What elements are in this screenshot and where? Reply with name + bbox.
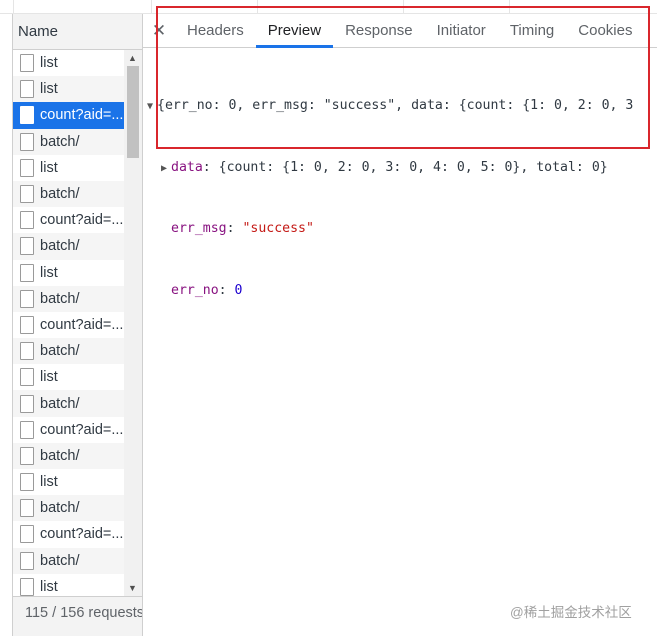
expanded-triangle-icon[interactable]: ▼ bbox=[143, 97, 157, 118]
request-name: count?aid=... bbox=[40, 526, 124, 543]
request-name: list bbox=[40, 264, 58, 281]
request-name: batch/ bbox=[40, 395, 80, 412]
file-icon bbox=[20, 106, 34, 125]
scroll-thumb[interactable] bbox=[127, 66, 139, 158]
file-icon bbox=[20, 446, 34, 465]
request-name: list bbox=[40, 578, 58, 595]
request-row[interactable]: batch/ bbox=[13, 442, 124, 469]
file-icon bbox=[20, 525, 34, 544]
scroll-down-icon[interactable]: ▼ bbox=[128, 583, 137, 593]
file-icon bbox=[20, 394, 34, 413]
request-name: count?aid=... bbox=[40, 316, 124, 333]
json-err-msg-line: err_msg: "success" bbox=[171, 221, 314, 236]
json-value-err-msg: "success" bbox=[242, 221, 314, 236]
json-data-line[interactable]: ▶ data: {count: {1: 0, 2: 0, 3: 0, 4: 0, … bbox=[143, 158, 657, 179]
request-list: list list count?aid=... batch/list batch/cou… bbox=[13, 50, 124, 596]
request-row[interactable]: batch/ bbox=[13, 547, 124, 574]
file-icon bbox=[20, 368, 34, 387]
json-key-err-msg: err_msg bbox=[171, 221, 227, 236]
file-icon bbox=[20, 237, 34, 256]
file-icon bbox=[20, 80, 34, 99]
annotation-highlight-box bbox=[156, 6, 650, 149]
request-name: batch/ bbox=[40, 343, 80, 360]
request-name: batch/ bbox=[40, 238, 80, 255]
request-row[interactable]: batch/ bbox=[13, 128, 124, 155]
file-icon bbox=[20, 420, 34, 439]
file-icon bbox=[20, 315, 34, 334]
request-row[interactable]: batch/ bbox=[13, 180, 124, 208]
request-row[interactable]: list bbox=[13, 574, 124, 596]
json-value-err-no: 0 bbox=[234, 282, 243, 298]
file-icon bbox=[20, 211, 34, 230]
request-name: batch/ bbox=[40, 447, 80, 464]
file-icon bbox=[20, 551, 34, 570]
file-icon bbox=[20, 263, 34, 282]
request-row[interactable]: count?aid=... bbox=[13, 102, 124, 129]
file-icon bbox=[20, 158, 34, 177]
scroll-up-icon[interactable]: ▲ bbox=[128, 53, 137, 63]
request-row[interactable]: batch/ bbox=[13, 338, 124, 365]
request-row[interactable]: count?aid=... bbox=[13, 521, 124, 547]
request-row[interactable]: count?aid=... bbox=[13, 417, 124, 443]
request-name: count?aid=... bbox=[40, 421, 124, 438]
request-row[interactable]: list bbox=[13, 364, 124, 390]
request-name: list bbox=[40, 55, 58, 72]
request-row[interactable]: batch/ bbox=[13, 495, 124, 522]
file-icon bbox=[20, 132, 34, 151]
file-icon bbox=[20, 289, 34, 308]
request-row[interactable]: batch/ bbox=[13, 285, 124, 312]
request-name: list bbox=[40, 81, 58, 98]
request-name: batch/ bbox=[40, 552, 80, 569]
json-data-summary: {count: {1: 0, 2: 0, 3: 0, 4: 0, 5: 0}, … bbox=[218, 159, 608, 175]
file-icon bbox=[20, 342, 34, 361]
request-row[interactable]: list bbox=[13, 155, 124, 181]
request-name: batch/ bbox=[40, 133, 80, 150]
request-name: list bbox=[40, 159, 58, 176]
file-icon bbox=[20, 54, 34, 73]
request-name: count?aid=... bbox=[40, 107, 124, 124]
name-column-header[interactable]: Name bbox=[13, 14, 142, 50]
watermark-text: @稀土掘金技术社区 bbox=[510, 605, 632, 620]
file-icon bbox=[20, 185, 34, 204]
request-row[interactable]: list bbox=[13, 469, 124, 495]
json-key-data: data bbox=[171, 159, 203, 175]
file-icon bbox=[20, 499, 34, 518]
file-icon bbox=[20, 577, 34, 596]
request-name: count?aid=... bbox=[40, 212, 124, 229]
request-row[interactable]: batch/ bbox=[13, 390, 124, 417]
json-key-err-no: err_no bbox=[171, 282, 219, 298]
request-name: batch/ bbox=[40, 186, 80, 203]
request-row[interactable]: count?aid=... bbox=[13, 312, 124, 338]
request-name: list bbox=[40, 474, 58, 491]
request-row[interactable]: list bbox=[13, 76, 124, 103]
request-name: batch/ bbox=[40, 500, 80, 517]
request-row[interactable]: list bbox=[13, 260, 124, 286]
request-row[interactable]: list bbox=[13, 50, 124, 76]
collapsed-triangle-icon[interactable]: ▶ bbox=[157, 159, 171, 180]
json-err-no-line: err_no: 0 bbox=[171, 282, 243, 298]
request-row[interactable]: batch/ bbox=[13, 233, 124, 260]
request-list-panel: Name list list count?aid=... batch/list batc… bbox=[12, 14, 143, 636]
request-row[interactable]: count?aid=... bbox=[13, 207, 124, 233]
request-count-status: 115 / 156 requests bbox=[13, 596, 142, 636]
request-name: list bbox=[40, 369, 58, 386]
request-name: batch/ bbox=[40, 290, 80, 307]
request-list-scrollbar[interactable]: ▲ ▼ bbox=[124, 50, 142, 596]
file-icon bbox=[20, 473, 34, 492]
